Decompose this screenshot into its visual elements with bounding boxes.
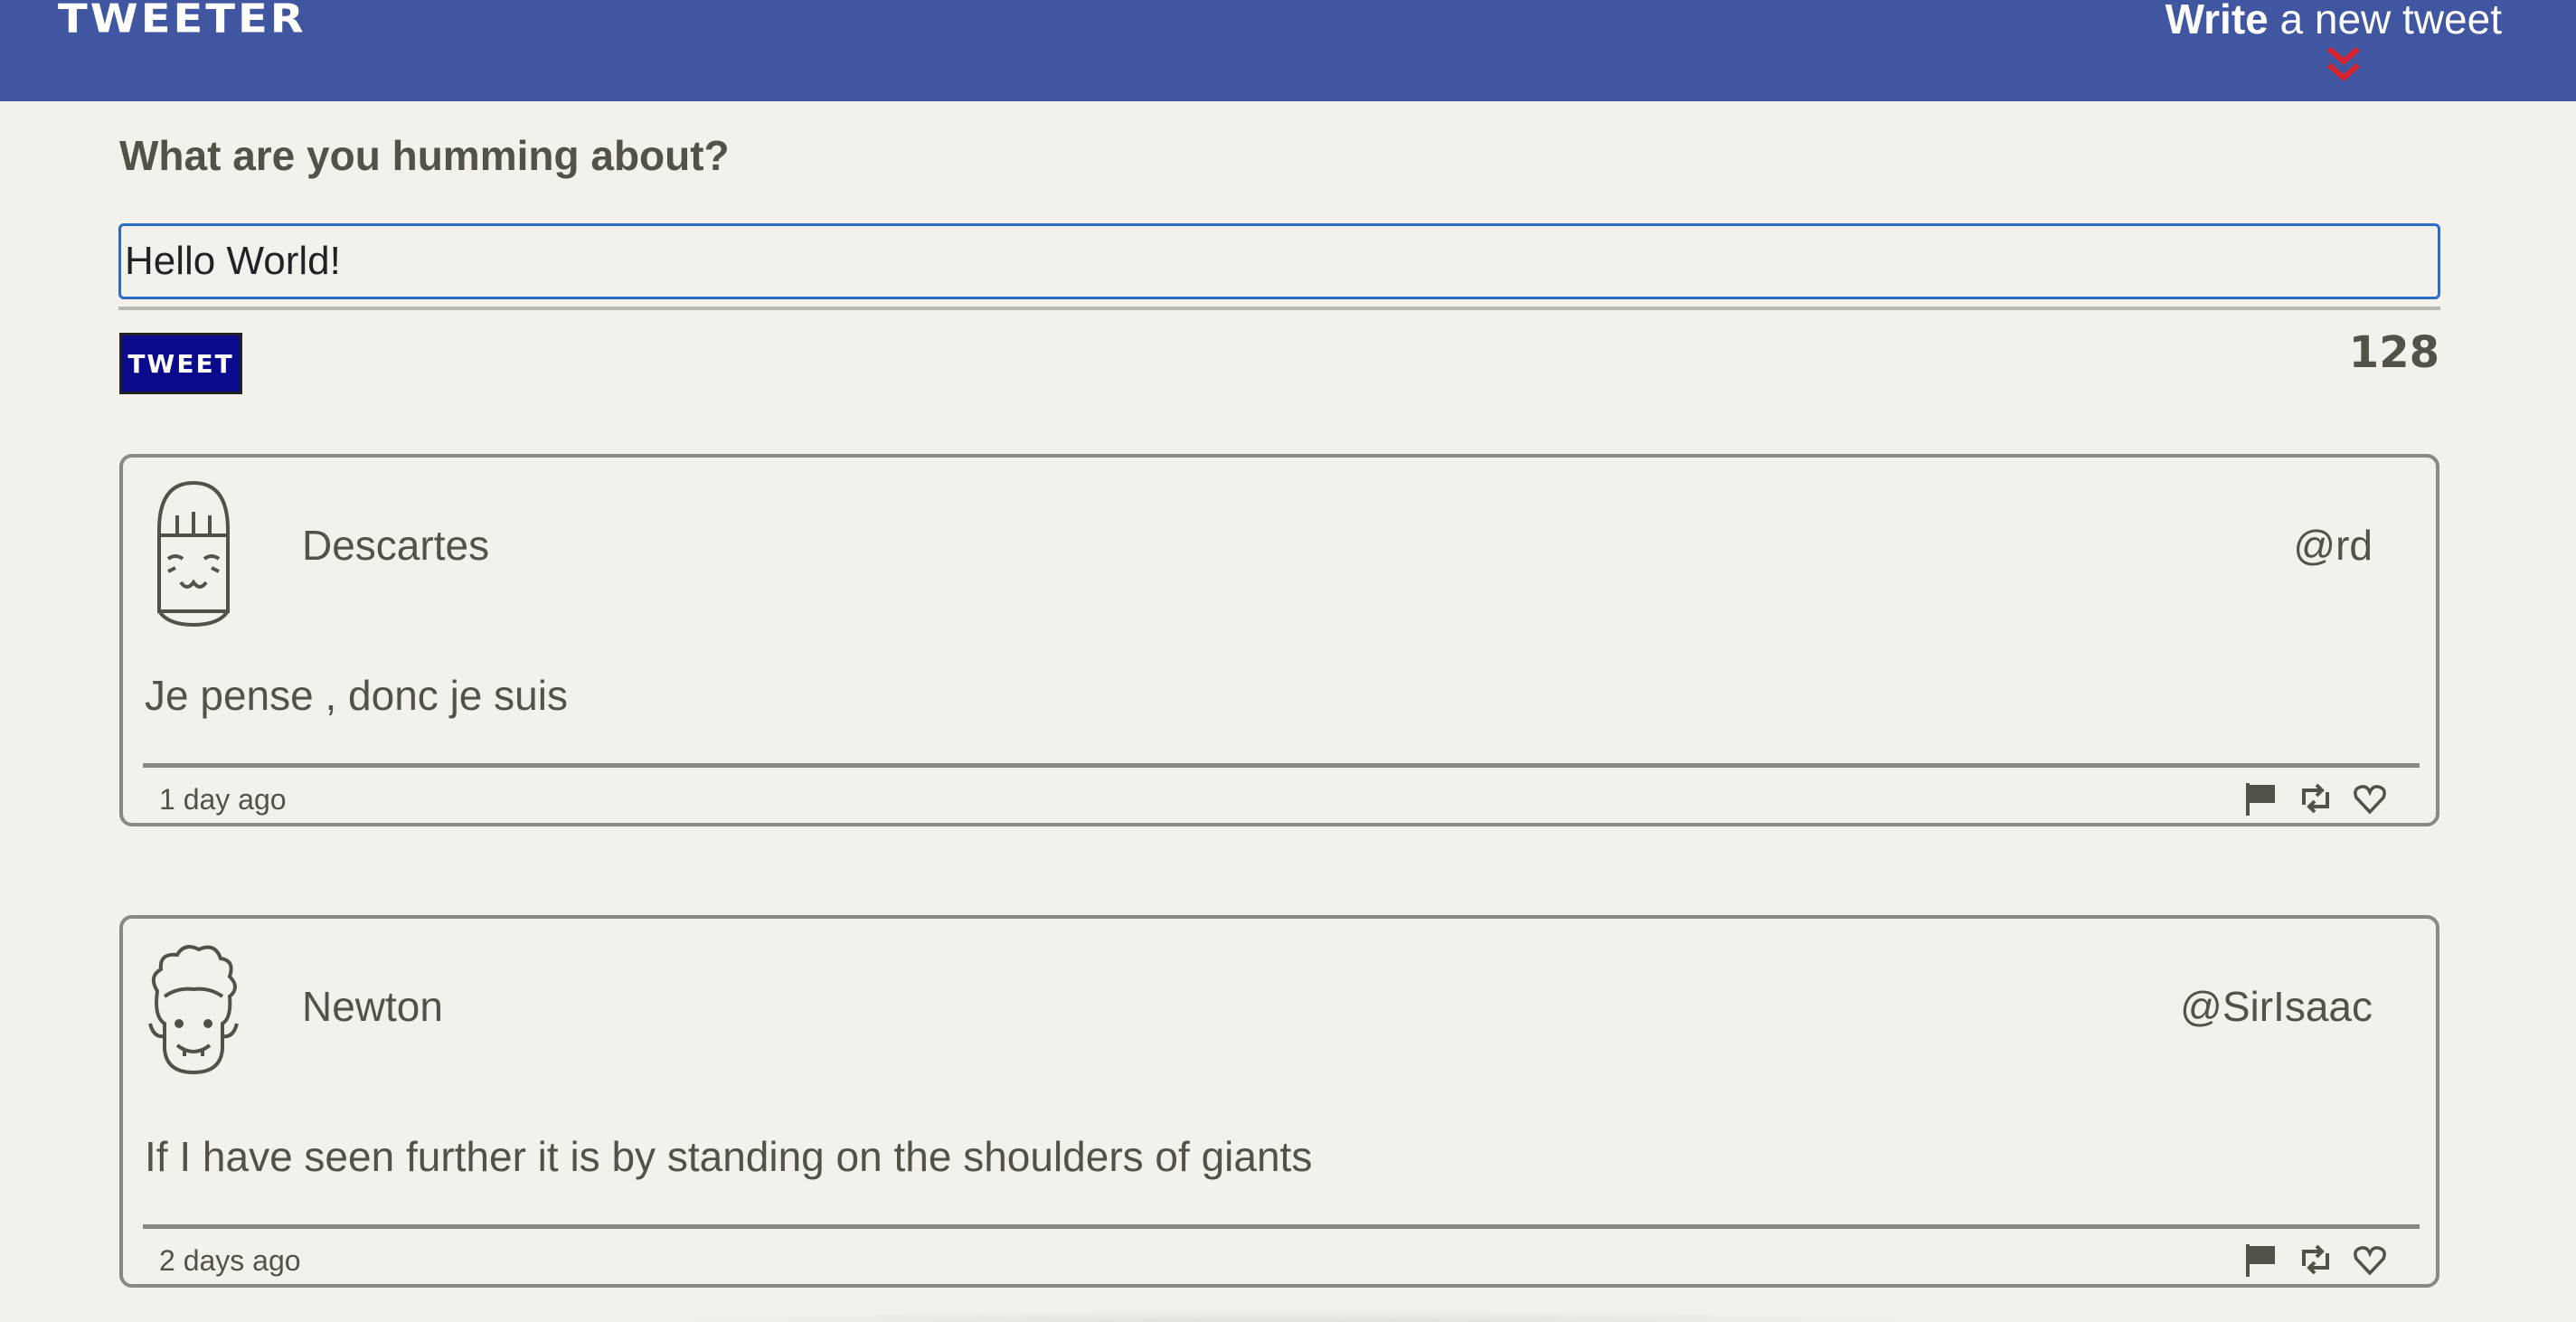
- bottom-shadow: [615, 1309, 1971, 1322]
- write-rest-label: a new tweet: [2268, 0, 2503, 42]
- brand-logo[interactable]: TWEETER: [58, 0, 307, 42]
- curly-hair-face-avatar-icon: [148, 945, 239, 1075]
- user-handle[interactable]: @SirIsaac: [2180, 982, 2373, 1031]
- tweet-timestamp: 1 day ago: [159, 783, 287, 816]
- tweet-card: Newton @SirIsaac If I have seen further …: [119, 915, 2439, 1288]
- flag-icon[interactable]: [2242, 779, 2280, 817]
- input-divider: [118, 307, 2440, 310]
- tweet-text: Je pense , donc je suis: [145, 672, 568, 719]
- user-handle[interactable]: @rd: [2293, 521, 2373, 570]
- write-bold-label: Write: [2165, 0, 2269, 42]
- card-divider: [143, 1224, 2420, 1229]
- retweet-icon[interactable]: [2297, 1241, 2335, 1279]
- user-name: Newton: [302, 983, 443, 1030]
- girl-face-avatar-icon: [157, 480, 230, 628]
- char-counter: 128: [2348, 327, 2439, 378]
- tweet-actions: [2242, 1241, 2389, 1279]
- top-nav-bar: TWEETER Write a new tweet: [0, 0, 2576, 101]
- write-new-tweet-link[interactable]: Write a new tweet: [2166, 0, 2502, 43]
- tweet-timestamp: 2 days ago: [159, 1244, 301, 1277]
- retweet-icon[interactable]: [2297, 779, 2335, 817]
- tweet-submit-button[interactable]: TWEET: [119, 333, 242, 394]
- heart-icon[interactable]: [2351, 1241, 2389, 1279]
- tweet-text-input[interactable]: [118, 223, 2440, 299]
- tweet-actions: [2242, 779, 2389, 817]
- user-name: Descartes: [302, 522, 490, 569]
- tweet-text: If I have seen further it is by standing…: [145, 1133, 1313, 1180]
- double-chevron-down-icon[interactable]: [2325, 45, 2363, 85]
- composer-title: What are you humming about?: [119, 132, 730, 179]
- flag-icon[interactable]: [2242, 1241, 2280, 1279]
- tweet-card: Descartes @rd Je pense , donc je suis 1 …: [119, 454, 2439, 826]
- heart-icon[interactable]: [2351, 779, 2389, 817]
- card-divider: [143, 763, 2420, 768]
